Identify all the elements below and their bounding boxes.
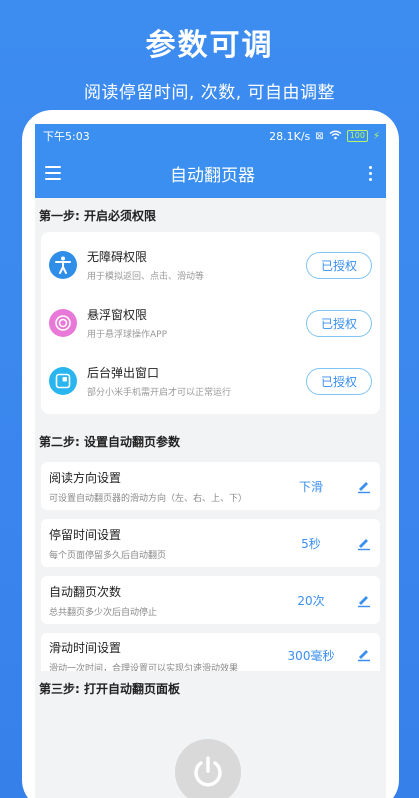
permission-desc: 部分小米手机需开启才可以正常运行 (87, 388, 232, 398)
battery-icon: 100 (346, 130, 368, 142)
promo-title: 参数可调 (145, 28, 274, 63)
permission-title: 无障碍权限 (87, 250, 148, 264)
param-desc: 可设置自动翻页器的滑动方向（左、右、上、下） (49, 493, 248, 504)
accessibility-icon (49, 251, 77, 279)
authorized-button[interactable]: 已授权 (306, 367, 372, 395)
edit-icon[interactable] (356, 535, 372, 551)
param-row-stay-time[interactable]: 停留时间设置 每个页面停留多久后自动翻页 5秒 (41, 519, 380, 567)
authorized-button[interactable]: 已授权 (306, 309, 372, 337)
param-desc: 每个页面停留多久后自动翻页 (49, 550, 167, 561)
popup-window-icon (49, 367, 77, 395)
sim-icon: ⊠ (315, 130, 324, 142)
permission-title: 后台弹出窗口 (87, 366, 160, 380)
charging-icon: ⚡ (372, 130, 380, 142)
network-speed: 28.1K/s (269, 129, 311, 143)
param-title: 停留时间设置 (49, 527, 122, 542)
permission-row-accessibility: 无障碍权限 用于模拟返回、点击、滑动等 已授权 (41, 236, 380, 294)
param-value: 300毫秒 (287, 649, 335, 663)
status-bar: 下午5:03 28.1K/s ⊠ 100 ⚡ (35, 124, 386, 148)
step2-heading: 第二步: 设置自动翻页参数 (39, 434, 180, 449)
param-row-page-count[interactable]: 自动翻页次数 总共翻页多少次后自动停止 20次 (41, 576, 380, 624)
menu-icon[interactable] (45, 166, 61, 180)
status-time: 下午5:03 (43, 130, 90, 143)
status-indicators: 28.1K/s ⊠ 100 ⚡ (269, 130, 380, 143)
permission-title: 悬浮窗权限 (87, 308, 148, 322)
step1-heading: 第一步: 开启必须权限 (39, 208, 156, 223)
param-desc: 滑动一次时间，合理设置可以实现匀速滑动效果 (49, 664, 239, 671)
promo-subtitle: 阅读停留时间, 次数, 可自由调整 (83, 83, 336, 103)
app-bar: 自动翻页器 (35, 148, 386, 198)
permission-desc: 用于模拟返回、点击、滑动等 (87, 272, 205, 282)
power-icon (194, 756, 222, 787)
param-row-direction[interactable]: 阅读方向设置 可设置自动翻页器的滑动方向（左、右、上、下） 下滑 (41, 462, 380, 510)
step3-heading: 第三步: 打开自动翻页面板 (39, 681, 180, 696)
param-value: 5秒 (301, 536, 321, 551)
permission-row-floating-window: 悬浮窗权限 用于悬浮球操作APP 已授权 (41, 294, 380, 352)
edit-icon[interactable] (356, 646, 372, 662)
edit-icon[interactable] (356, 592, 372, 608)
param-title: 滑动时间设置 (49, 641, 122, 655)
param-row-swipe-time[interactable]: 滑动时间设置 滑动一次时间，合理设置可以实现匀速滑动效果 300毫秒 (41, 633, 380, 671)
param-desc: 总共翻页多少次后自动停止 (49, 607, 158, 618)
wifi-icon (329, 130, 342, 143)
phone-frame: 下午5:03 28.1K/s ⊠ 100 ⚡ 自动翻页器 第一步: 开启必须权限 (22, 110, 399, 798)
more-options-icon[interactable] (364, 165, 376, 181)
param-title: 自动翻页次数 (49, 584, 122, 599)
param-value: 20次 (297, 593, 325, 608)
power-button[interactable] (175, 739, 241, 798)
param-value: 下滑 (298, 479, 323, 494)
permission-row-background-popup: 后台弹出窗口 部分小米手机需开启才可以正常运行 已授权 (41, 352, 380, 410)
authorized-button[interactable]: 已授权 (306, 251, 372, 279)
app-screen: 下午5:03 28.1K/s ⊠ 100 ⚡ 自动翻页器 第一步: 开启必须权限 (35, 124, 386, 798)
permissions-card: 无障碍权限 用于模拟返回、点击、滑动等 已授权 悬浮窗权限 用于悬浮球操作APP… (41, 232, 380, 414)
floating-window-icon (49, 309, 77, 337)
edit-icon[interactable] (356, 478, 372, 494)
app-title: 自动翻页器 (170, 165, 255, 186)
permission-desc: 用于悬浮球操作APP (87, 330, 168, 340)
param-title: 阅读方向设置 (49, 470, 122, 485)
